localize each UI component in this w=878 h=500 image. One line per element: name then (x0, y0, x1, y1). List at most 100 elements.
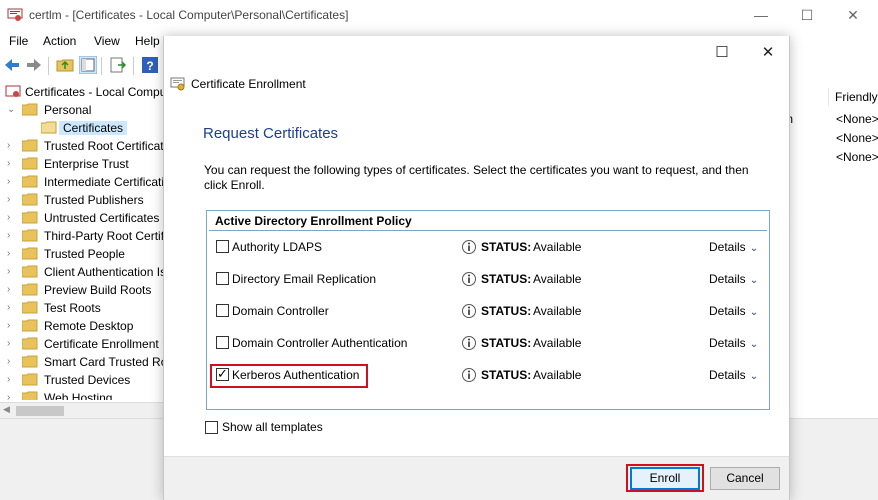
chevron-right-icon[interactable]: › (7, 231, 15, 241)
tree-item-store[interactable]: › Untrusted Certificates (0, 210, 163, 228)
info-icon (462, 304, 476, 318)
tree-item-store[interactable]: › Trusted Devices (0, 372, 163, 390)
chevron-down-icon[interactable]: ⌄ (7, 105, 15, 115)
details-link[interactable]: Details ⌄ (709, 240, 758, 254)
tree-item-store[interactable]: › Trusted Root Certification Authorities (0, 138, 163, 156)
certificate-enrollment-dialog: ☐ ✕ Certificate Enrollment Request Certi… (163, 36, 790, 500)
dialog-close-button[interactable]: ✕ (745, 40, 791, 66)
chevron-right-icon[interactable]: › (7, 303, 15, 313)
export-list-icon[interactable] (109, 56, 127, 74)
chevron-right-icon[interactable]: › (7, 321, 15, 331)
template-checkbox[interactable] (216, 336, 229, 349)
tree-item-store[interactable]: › Client Authentication Issuers (0, 264, 163, 282)
chevron-right-icon[interactable]: › (7, 267, 15, 277)
forward-arrow-icon[interactable] (25, 56, 43, 74)
details-link[interactable]: Details ⌄ (709, 336, 758, 350)
enrollment-policy-group: Active Directory Enrollment Policy Autho… (206, 210, 770, 410)
scroll-left-icon[interactable]: ◀ (3, 404, 10, 415)
details-link[interactable]: Details ⌄ (709, 368, 758, 382)
chevron-right-icon[interactable]: › (7, 177, 15, 187)
chevron-right-icon[interactable]: › (7, 285, 15, 295)
template-checkbox[interactable] (216, 304, 229, 317)
folder-icon (22, 157, 38, 170)
chevron-down-icon: ⌄ (749, 339, 759, 350)
folder-icon (22, 337, 38, 350)
chevron-right-icon[interactable]: › (7, 195, 15, 205)
template-checkbox[interactable] (216, 366, 229, 382)
dialog-footer: Enroll Cancel (164, 456, 789, 500)
tree-item-store[interactable]: › Third-Party Root Certification Authorit… (0, 228, 163, 246)
chevron-right-icon[interactable]: › (7, 339, 15, 349)
cell-friendly-name: <None> (836, 131, 878, 145)
template-name: Domain Controller Authentication (232, 336, 408, 350)
menu-help[interactable]: Help (135, 34, 160, 48)
tree-item-store[interactable]: › Intermediate Certification Authorities (0, 174, 163, 192)
chevron-right-icon[interactable]: › (7, 357, 15, 367)
page-description: You can request the following types of c… (204, 163, 749, 192)
menu-action[interactable]: Action (43, 34, 76, 48)
template-checkbox[interactable] (216, 272, 229, 285)
menu-view[interactable]: View (94, 34, 120, 48)
help-icon[interactable]: ? (141, 56, 159, 74)
details-label: Details (709, 336, 746, 350)
enroll-button[interactable]: Enroll (630, 467, 700, 490)
tree-item-certificates[interactable]: Certificates (0, 120, 163, 138)
template-name: Directory Email Replication (232, 272, 377, 286)
back-arrow-icon[interactable] (3, 56, 21, 74)
up-folder-icon[interactable] (56, 56, 74, 74)
tree-horizontal-scrollbar[interactable]: ◀ (0, 402, 163, 418)
close-button[interactable]: ✕ (830, 4, 876, 28)
tree-label: Trusted Root Certification Authorities (44, 139, 163, 153)
toolbar-separator (133, 57, 134, 75)
chevron-right-icon[interactable]: › (7, 159, 15, 169)
chevron-right-icon[interactable]: › (7, 213, 15, 223)
maximize-button[interactable]: ☐ (784, 4, 830, 28)
details-link[interactable]: Details ⌄ (709, 272, 758, 286)
status-value: Available (533, 240, 582, 254)
status-value: Available (533, 304, 582, 318)
tree-item-store[interactable]: › Certificate Enrollment Requests (0, 336, 163, 354)
folder-icon (22, 247, 38, 260)
checkbox[interactable] (205, 421, 218, 434)
tree-item-store[interactable]: › Test Roots (0, 300, 163, 318)
tree-item-store[interactable]: › Preview Build Roots (0, 282, 163, 300)
chevron-right-icon[interactable]: › (7, 249, 15, 259)
template-row: Domain Controller STATUS: Available Details… (207, 300, 769, 322)
status-label: STATUS: (481, 336, 532, 350)
tree-label: Test Roots (44, 301, 101, 315)
tree-item-store[interactable]: › Enterprise Trust (0, 156, 163, 174)
tree-item-store[interactable]: › Trusted People (0, 246, 163, 264)
console-tree-icon[interactable] (79, 56, 97, 74)
tree-label: Enterprise Trust (44, 157, 129, 171)
chevron-down-icon: ⌄ (749, 307, 759, 318)
chevron-right-icon[interactable]: › (7, 141, 15, 151)
tree-item-store[interactable]: › Web Hosting (0, 390, 163, 400)
scroll-thumb[interactable] (16, 406, 64, 416)
details-link[interactable]: Details ⌄ (709, 304, 758, 318)
show-all-templates-checkbox[interactable]: Show all templates (205, 420, 365, 438)
column-separator[interactable] (828, 88, 829, 106)
tree-item-personal[interactable]: ⌄ Personal (0, 102, 163, 120)
template-row: Kerberos Authentication STATUS:Available D… (207, 364, 769, 388)
column-header-intended-purposes[interactable]: Intended Purposes (784, 90, 826, 104)
console-tree: Certificates - Local Computer ⌄ Personal… (0, 84, 163, 400)
tree-item-root[interactable]: Certificates - Local Computer (0, 84, 163, 102)
cancel-button[interactable]: Cancel (710, 467, 780, 490)
tree-item-store[interactable]: › Smart Card Trusted Roots (0, 354, 163, 372)
tree-item-store[interactable]: › Trusted Publishers (0, 192, 163, 210)
template-checkbox[interactable] (216, 240, 229, 253)
tree-item-store[interactable]: › Remote Desktop (0, 318, 163, 336)
folder-icon (22, 175, 38, 188)
tree-label: Web Hosting (44, 391, 113, 400)
minimize-button[interactable]: — (738, 4, 784, 28)
folder-icon (22, 373, 38, 386)
column-header-friendly-name[interactable]: Friendly Name (835, 90, 878, 104)
tree-label: Untrusted Certificates (44, 211, 160, 225)
chevron-right-icon[interactable]: › (7, 375, 15, 385)
details-label: Details (709, 240, 746, 254)
cell-friendly-name: <None> (836, 150, 878, 164)
results-pane: Intended Purposes Friendly Name Server A… (784, 84, 878, 418)
chevron-right-icon[interactable]: › (7, 393, 15, 401)
menu-file[interactable]: File (9, 34, 28, 48)
dialog-maximize-button[interactable]: ☐ (699, 40, 745, 66)
